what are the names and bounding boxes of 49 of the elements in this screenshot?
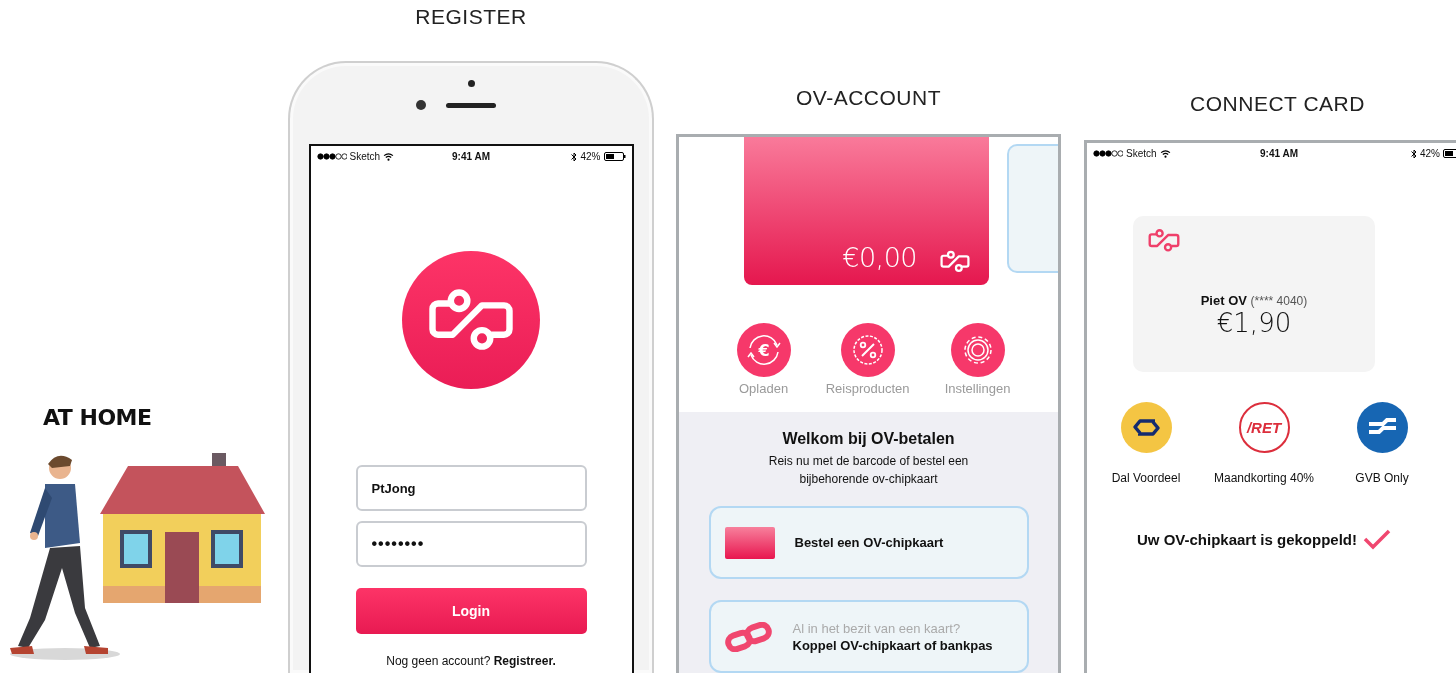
wave-logo-icon — [1356, 402, 1408, 453]
next-card[interactable] — [1007, 144, 1058, 273]
battery-percentage: 42% — [580, 151, 601, 162]
speaker-slot — [446, 103, 496, 108]
carrier-name: Sketch — [349, 151, 381, 162]
camera-dot — [468, 80, 475, 87]
double-arrow-logo-icon — [1120, 402, 1172, 453]
scene-title: AT HOME — [43, 405, 153, 430]
status-time: 9:41 AM — [1260, 148, 1298, 159]
wifi-icon — [383, 152, 395, 161]
percent-badge-icon — [840, 323, 895, 377]
front-camera — [416, 100, 426, 110]
register-prompt[interactable]: Nog geen account? Registreer. — [386, 654, 556, 668]
chain-link-icon — [724, 621, 773, 652]
euro-refresh-icon: € — [736, 323, 791, 377]
ret-logo: /RET — [1238, 402, 1290, 453]
ticket-logo-icon — [1147, 228, 1181, 253]
battery-percentage: 42% — [1420, 148, 1440, 159]
welcome-text: Reis nu met de barcode of bestel een bijbehorende ov-chipkaart — [767, 453, 970, 488]
ticket-logo-icon — [939, 250, 971, 273]
option-card[interactable]: Bestel een OV-chipkaart — [708, 506, 1029, 579]
option-card[interactable]: Al in het bezit van een kaart? Koppel OV-chipkaart of bankpas — [708, 600, 1029, 673]
signal-icon — [316, 153, 347, 160]
check-icon — [1363, 528, 1392, 550]
card-balance: €0,00 — [842, 242, 917, 273]
screen-heading: REGISTER — [414, 5, 528, 30]
balance-card[interactable]: €0,00 — [744, 137, 989, 285]
username-field[interactable]: PtJong — [355, 465, 587, 511]
bluetooth-icon — [1411, 148, 1417, 159]
password-field[interactable]: •••••••• — [355, 521, 587, 567]
wifi-icon — [1159, 149, 1171, 158]
carrier-name: Sketch — [1126, 148, 1157, 159]
bluetooth-icon — [571, 151, 578, 162]
card-icon — [724, 526, 775, 559]
card-holder: Piet OV (**** 4040) — [1200, 293, 1308, 308]
signal-icon — [1093, 150, 1123, 157]
battery-icon — [603, 152, 626, 161]
settings-icon — [950, 323, 1005, 377]
welcome-title: Welkom bij OV-betalen — [782, 430, 955, 448]
status-time: 9:41 AM — [452, 151, 490, 162]
card-balance: €1,90 — [1216, 308, 1292, 338]
product-label: Maandkorting 40% — [1213, 471, 1315, 485]
success-message: Uw OV-chipkaart is gekoppeld! — [1136, 530, 1358, 548]
product-label: GVB Only — [1355, 471, 1409, 485]
screen-heading: OV-ACCOUNT — [795, 86, 942, 111]
action-button[interactable]: € Opladen — [736, 323, 791, 396]
screen-heading: CONNECT CARD — [1189, 92, 1366, 117]
product-label: Dal Voordeel — [1111, 471, 1181, 485]
login-button[interactable]: Login — [355, 588, 587, 634]
